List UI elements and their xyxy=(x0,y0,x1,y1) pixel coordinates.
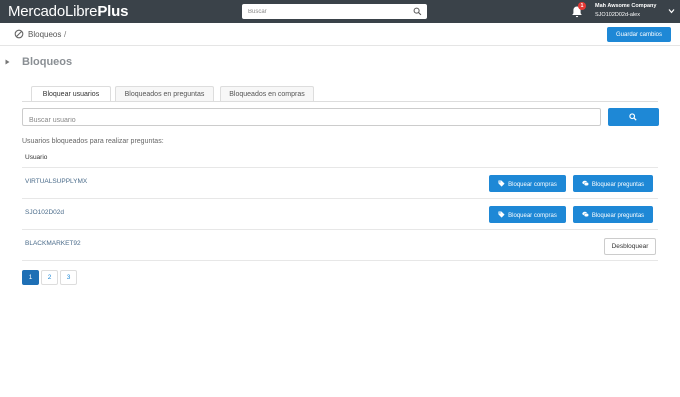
tab-divider xyxy=(22,101,658,102)
block-purchases-button[interactable]: Bloquear compras xyxy=(489,175,566,192)
user-name[interactable]: SJO102D02d-alex xyxy=(595,12,640,18)
block-questions-label: Bloquear preguntas xyxy=(591,212,645,219)
breadcrumb-current[interactable]: Bloqueos xyxy=(28,30,61,39)
block-questions-button[interactable]: Bloquear preguntas xyxy=(573,206,653,223)
tab-bloqueados-preguntas[interactable]: Bloqueados en preguntas xyxy=(115,86,214,102)
table-row: SJO102D02d Bloquear compras Bloquear pre… xyxy=(22,198,658,230)
block-purchases-label: Bloquear compras xyxy=(508,181,557,188)
global-search-input[interactable] xyxy=(242,4,407,19)
table-row: BLACKMARKET92 Desbloquear xyxy=(22,229,658,261)
save-changes-button[interactable]: Guardar cambios xyxy=(607,27,671,42)
page-title: Bloqueos xyxy=(22,56,73,68)
chevron-down-icon[interactable] xyxy=(668,8,675,14)
logo-plus: Plus xyxy=(97,3,129,20)
chat-icon xyxy=(582,180,589,186)
block-questions-button[interactable]: Bloquear preguntas xyxy=(573,175,653,192)
user-search-field xyxy=(22,108,601,129)
ban-icon xyxy=(14,29,24,39)
breadcrumb-separator: / xyxy=(64,30,67,39)
logo-main: MercadoLibre xyxy=(8,3,98,20)
table-row: VIRTUALSUPPLYMX Bloquear compras Bloquea… xyxy=(22,167,658,199)
section-label: Usuarios bloqueados para realizar pregun… xyxy=(22,138,164,145)
tab-bloqueados-compras[interactable]: Bloqueados en compras xyxy=(220,86,314,102)
top-bar: MercadoLibrePlus 1 Mah Awsome Company SJ… xyxy=(0,0,680,23)
chat-icon xyxy=(582,211,589,217)
search-icon xyxy=(629,113,637,121)
page-button-2[interactable]: 2 xyxy=(41,270,58,285)
global-search xyxy=(242,4,427,19)
company-name[interactable]: Mah Awsome Company xyxy=(595,3,656,9)
column-header-usuario: Usuario xyxy=(25,154,48,161)
page-button-3[interactable]: 3 xyxy=(60,270,77,285)
page-button-1[interactable]: 1 xyxy=(22,270,39,285)
breadcrumb-bar: Bloqueos / xyxy=(0,23,680,46)
tab-bloquear-usuarios[interactable]: Bloquear usuarios xyxy=(31,86,111,102)
row-username[interactable]: VIRTUALSUPPLYMX xyxy=(25,178,87,185)
unblock-button[interactable]: Desbloquear xyxy=(604,238,656,255)
notification-badge: 1 xyxy=(578,2,586,10)
block-purchases-button[interactable]: Bloquear compras xyxy=(489,206,566,223)
search-icon[interactable] xyxy=(413,7,422,16)
table-bottom-border xyxy=(22,260,658,261)
user-search-input[interactable] xyxy=(23,112,600,129)
caret-right-icon[interactable] xyxy=(5,59,10,65)
logo[interactable]: MercadoLibrePlus xyxy=(8,3,128,20)
user-search-button[interactable] xyxy=(608,108,659,126)
tag-icon xyxy=(498,179,505,187)
block-purchases-label: Bloquear compras xyxy=(508,212,557,219)
row-username[interactable]: BLACKMARKET92 xyxy=(25,240,81,247)
row-username[interactable]: SJO102D02d xyxy=(25,209,64,216)
tag-icon xyxy=(498,210,505,218)
block-questions-label: Bloquear preguntas xyxy=(591,181,645,188)
